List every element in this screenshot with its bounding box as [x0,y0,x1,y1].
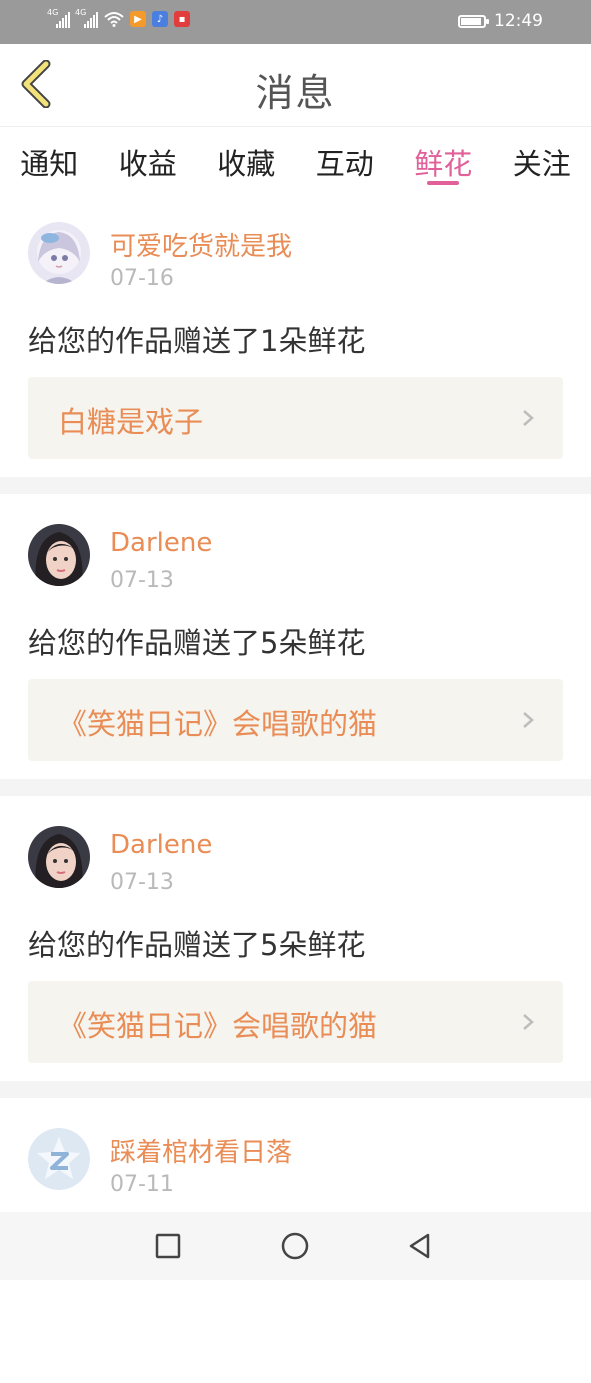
tab-flowers[interactable]: 鲜花 [394,127,493,193]
battery-icon [458,15,486,28]
card-divider [0,1081,591,1098]
avatar[interactable] [28,222,90,284]
card-divider [0,779,591,796]
tab-earnings[interactable]: 收益 [99,127,198,193]
message-text: 给您的作品赠送了5朵鲜花 [28,922,365,964]
tab-interactions[interactable]: 互动 [296,127,395,193]
message-card: 可爱吃货就是我 07-16 给您的作品赠送了1朵鲜花 白糖是戏子 [0,192,591,477]
message-list: 可爱吃货就是我 07-16 给您的作品赠送了1朵鲜花 白糖是戏子 Darlene… [0,192,591,1383]
chevron-right-icon [519,409,537,427]
shopping-app-icon: ▪ [174,11,190,27]
message-date: 07-13 [110,568,174,593]
wifi-icon [104,11,124,27]
avatar[interactable] [28,826,90,888]
cell-signal-icon: 4G [48,10,70,28]
tab-follows[interactable]: 关注 [493,127,591,193]
message-date: 07-16 [110,266,174,291]
avatar[interactable] [28,524,90,586]
recents-square-icon[interactable] [152,1230,184,1262]
video-app-icon: ▶ [130,11,146,27]
anime-avatar-icon [28,222,90,284]
cell-signal-icon: 4G [76,10,98,28]
message-date: 07-11 [110,1172,174,1197]
message-card: Darlene 07-13 给您的作品赠送了5朵鲜花 《笑猫日记》会唱歌的猫 [0,796,591,1081]
message-card: Darlene 07-13 给您的作品赠送了5朵鲜花 《笑猫日记》会唱歌的猫 [0,494,591,779]
work-link[interactable]: 《笑猫日记》会唱歌的猫 [28,981,563,1063]
username[interactable]: Darlene [110,830,212,860]
chevron-right-icon [519,711,537,729]
network-type-label: 4G [47,8,58,17]
back-triangle-icon[interactable] [404,1230,436,1262]
message-text: 给您的作品赠送了1朵鲜花 [28,318,365,360]
tab-bar: 通知 收益 收藏 互动 鲜花 关注 [0,126,591,193]
default-avatar-icon [28,1128,90,1190]
avatar[interactable] [28,1128,90,1190]
work-title: 白糖是戏子 [58,399,203,441]
chevron-right-icon [519,1013,537,1031]
message-date: 07-13 [110,870,174,895]
page-title: 消息 [0,62,591,117]
work-link[interactable]: 《笑猫日记》会唱歌的猫 [28,679,563,761]
work-link[interactable]: 白糖是戏子 [28,377,563,459]
header: 消息 [0,44,591,126]
photo-avatar-icon [28,826,90,888]
status-bar: 4G 4G ▶ ♪ ▪ 12:49 [0,0,591,44]
username[interactable]: 可爱吃货就是我 [110,226,292,263]
status-icons-right: 12:49 [458,11,543,31]
network-type-label: 4G [75,8,86,17]
username[interactable]: 踩着棺材看日落 [110,1132,292,1169]
photo-avatar-icon [28,524,90,586]
card-divider [0,477,591,494]
system-nav-bar [0,1212,591,1280]
tab-favorites[interactable]: 收藏 [197,127,296,193]
work-title: 《笑猫日记》会唱歌的猫 [58,1003,377,1045]
status-icons-left: 4G 4G ▶ ♪ ▪ [48,10,190,28]
username[interactable]: Darlene [110,528,212,558]
work-title: 《笑猫日记》会唱歌的猫 [58,701,377,743]
message-text: 给您的作品赠送了5朵鲜花 [28,620,365,662]
tab-notifications[interactable]: 通知 [0,127,99,193]
home-circle-icon[interactable] [279,1230,311,1262]
clock: 12:49 [494,11,543,31]
music-app-icon: ♪ [152,11,168,27]
